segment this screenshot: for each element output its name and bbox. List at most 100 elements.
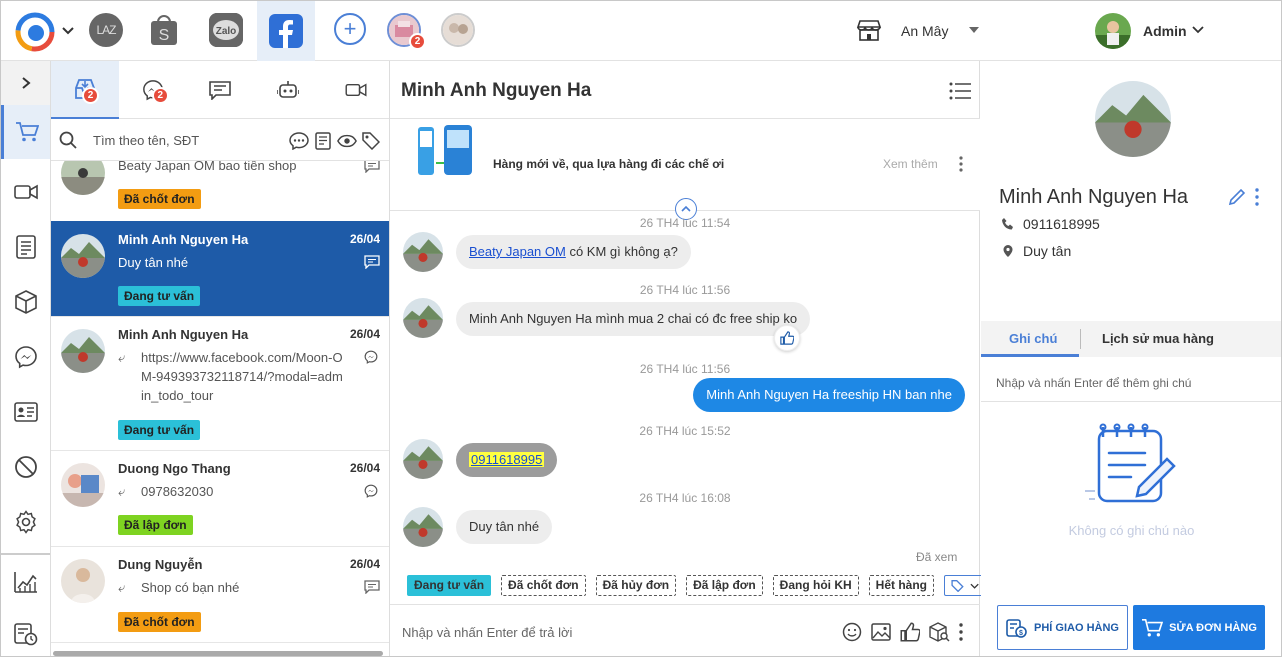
conversation-item[interactable]: Duong Ngo Thang 26/04 ⤶ 0978632030 Đã lập…	[51, 451, 389, 547]
tab-bot[interactable]	[254, 61, 322, 119]
avatar	[403, 298, 443, 338]
emoji-icon[interactable]	[841, 621, 863, 643]
tab-badge: 2	[82, 87, 99, 104]
status-tag: Đang tư vấn	[118, 286, 201, 306]
chevron-down-icon[interactable]	[61, 21, 75, 41]
shopee-channel-button[interactable]: S	[149, 13, 179, 47]
quick-tag-out-of-stock[interactable]: Hết hàng	[868, 575, 934, 596]
reply-arrow-icon: ⤶	[118, 484, 126, 499]
thumbs-up-icon[interactable]	[899, 621, 921, 643]
sidebar-item-video[interactable]	[1, 165, 50, 219]
sidebar-item-orders[interactable]	[1, 220, 50, 274]
phone-number-link[interactable]: 0911618995	[469, 452, 545, 467]
message-timestamp: 26 TH4 lúc 11:56	[639, 362, 731, 376]
product-image	[412, 125, 478, 179]
product-search-icon[interactable]	[928, 621, 950, 643]
tab-comments[interactable]	[187, 61, 255, 119]
quick-tag-consulting[interactable]: Đang tư vấn	[407, 575, 492, 596]
message-timestamp: 26 TH4 lúc 11:54	[639, 216, 731, 230]
see-more-link[interactable]: Xem thêm	[883, 157, 938, 171]
more-options-icon[interactable]	[1254, 187, 1260, 207]
eye-icon[interactable]	[337, 131, 357, 151]
zalo-channel-button[interactable]: Zalo	[209, 13, 243, 47]
phone-number-message[interactable]: 0911618995	[456, 443, 558, 477]
store-selector[interactable]: An Mây	[901, 23, 948, 39]
chevron-down-icon[interactable]	[1191, 23, 1205, 37]
reply-input[interactable]	[402, 619, 822, 645]
quick-tag-cancelled[interactable]: Đã hủy đơn	[595, 575, 677, 596]
horizontal-scrollbar[interactable]	[53, 651, 383, 656]
sidebar-item-settings[interactable]	[1, 495, 50, 549]
conversation-item-active[interactable]: Minh Anh Nguyen Ha 26/04 Duy tân nhé Đan…	[51, 221, 389, 317]
order-filter-icon[interactable]	[313, 131, 333, 151]
tag-icon[interactable]	[361, 131, 381, 151]
zalo-icon: Zalo	[209, 13, 243, 47]
tab-purchase-history[interactable]: Lịch sử mua hàng	[1102, 321, 1214, 357]
tab-notes[interactable]: Ghi chú	[1009, 321, 1057, 357]
tab-messenger[interactable]: 2	[119, 61, 187, 119]
message-thread: 26 TH4 lúc 11:54 Beaty Japan OM có KM gì…	[390, 211, 980, 601]
like-reaction-button[interactable]	[774, 325, 800, 351]
tab-inbox[interactable]: 2	[51, 61, 119, 119]
quick-tag-closed[interactable]: Đã chốt đơn	[501, 575, 586, 596]
facebook-channel-button[interactable]	[257, 1, 315, 61]
shipping-fee-label: PHÍ GIAO HÀNG	[1034, 621, 1119, 634]
tab-video[interactable]	[322, 61, 389, 119]
conversation-item[interactable]: Dung Nguyễn 26/04 ⤶ Shop có bạn nhé Đã ch…	[51, 547, 389, 643]
conversation-item[interactable]: Minh Anh Nguyen Ha 26/04 ⤶ https://www.fa…	[51, 317, 389, 451]
location-pin-icon	[1003, 245, 1013, 257]
sidebar-item-cart[interactable]	[1, 105, 50, 159]
search-bar	[51, 119, 389, 161]
quick-tag-asking[interactable]: Đang hỏi KH	[772, 575, 859, 596]
page-avatar-button[interactable]: 2	[387, 13, 426, 50]
sidebar-item-contacts[interactable]	[1, 385, 50, 439]
avatar	[61, 234, 105, 278]
edit-order-button[interactable]: SỬA ĐƠN HÀNG	[1133, 605, 1265, 650]
sidebar-item-blocked[interactable]	[1, 440, 50, 494]
chat-panel: Minh Anh Nguyen Ha Hàng mới về, qua lựa …	[390, 61, 986, 656]
avatar	[61, 329, 105, 373]
lazada-channel-button[interactable]: LAZ	[89, 13, 123, 47]
list-menu-icon[interactable]	[948, 81, 972, 101]
reply-arrow-icon: ⤶	[118, 350, 126, 365]
plus-icon: +	[343, 16, 357, 41]
chevron-right-icon	[21, 77, 31, 89]
edit-order-label: SỬA ĐƠN HÀNG	[1169, 621, 1257, 634]
sidebar-item-messenger[interactable]	[1, 330, 50, 384]
sidebar-item-products[interactable]	[1, 275, 50, 329]
note-input[interactable]	[996, 372, 1266, 394]
conversation-name: Minh Anh Nguyen Ha	[118, 232, 249, 247]
admin-name[interactable]: Admin	[1143, 23, 1187, 39]
add-channel-button[interactable]: +	[334, 13, 366, 45]
admin-avatar[interactable]	[1095, 13, 1131, 49]
chevron-down-icon	[970, 583, 979, 589]
pinned-post-text: Hàng mới về, qua lựa hàng đi các chế ơi	[493, 157, 725, 171]
conversation-name: Minh Anh Nguyen Ha	[118, 327, 249, 342]
tag-dropdown-button[interactable]	[944, 575, 986, 596]
customer-phone: 0911618995	[1001, 216, 1100, 232]
app-logo-icon[interactable]	[15, 12, 55, 52]
more-options-icon[interactable]	[957, 621, 965, 643]
mention-link[interactable]: Beaty Japan OM	[469, 244, 566, 259]
comment-icon	[364, 255, 380, 270]
more-options-icon[interactable]	[958, 155, 964, 173]
sidebar-toggle-button[interactable]	[1, 61, 50, 105]
image-icon[interactable]	[870, 621, 892, 643]
status-tag: Đã lập đơn	[118, 515, 193, 535]
lazada-label: LAZ	[96, 23, 116, 37]
quick-tag-created[interactable]: Đã lập đơn	[686, 575, 763, 596]
sidebar-item-history[interactable]	[1, 607, 50, 656]
shipping-fee-button[interactable]: $ PHÍ GIAO HÀNG	[997, 605, 1128, 650]
notification-badge: 2	[409, 33, 426, 50]
phone-icon	[1002, 218, 1013, 230]
chat-filter-icon[interactable]	[289, 131, 309, 151]
caret-down-icon[interactable]	[969, 27, 979, 33]
conversation-name: Dung Nguyễn	[118, 557, 203, 572]
edit-pencil-icon[interactable]	[1228, 188, 1246, 206]
page-avatar-button-2[interactable]	[441, 13, 475, 47]
sidebar-item-reports[interactable]	[1, 555, 50, 609]
svg-text:$: $	[1019, 630, 1023, 637]
messenger-icon	[14, 346, 37, 369]
search-input[interactable]	[93, 127, 283, 153]
conversation-panel: 2 2 Beaty Japan OM bao tiền shop Đã chốt…	[51, 61, 390, 656]
